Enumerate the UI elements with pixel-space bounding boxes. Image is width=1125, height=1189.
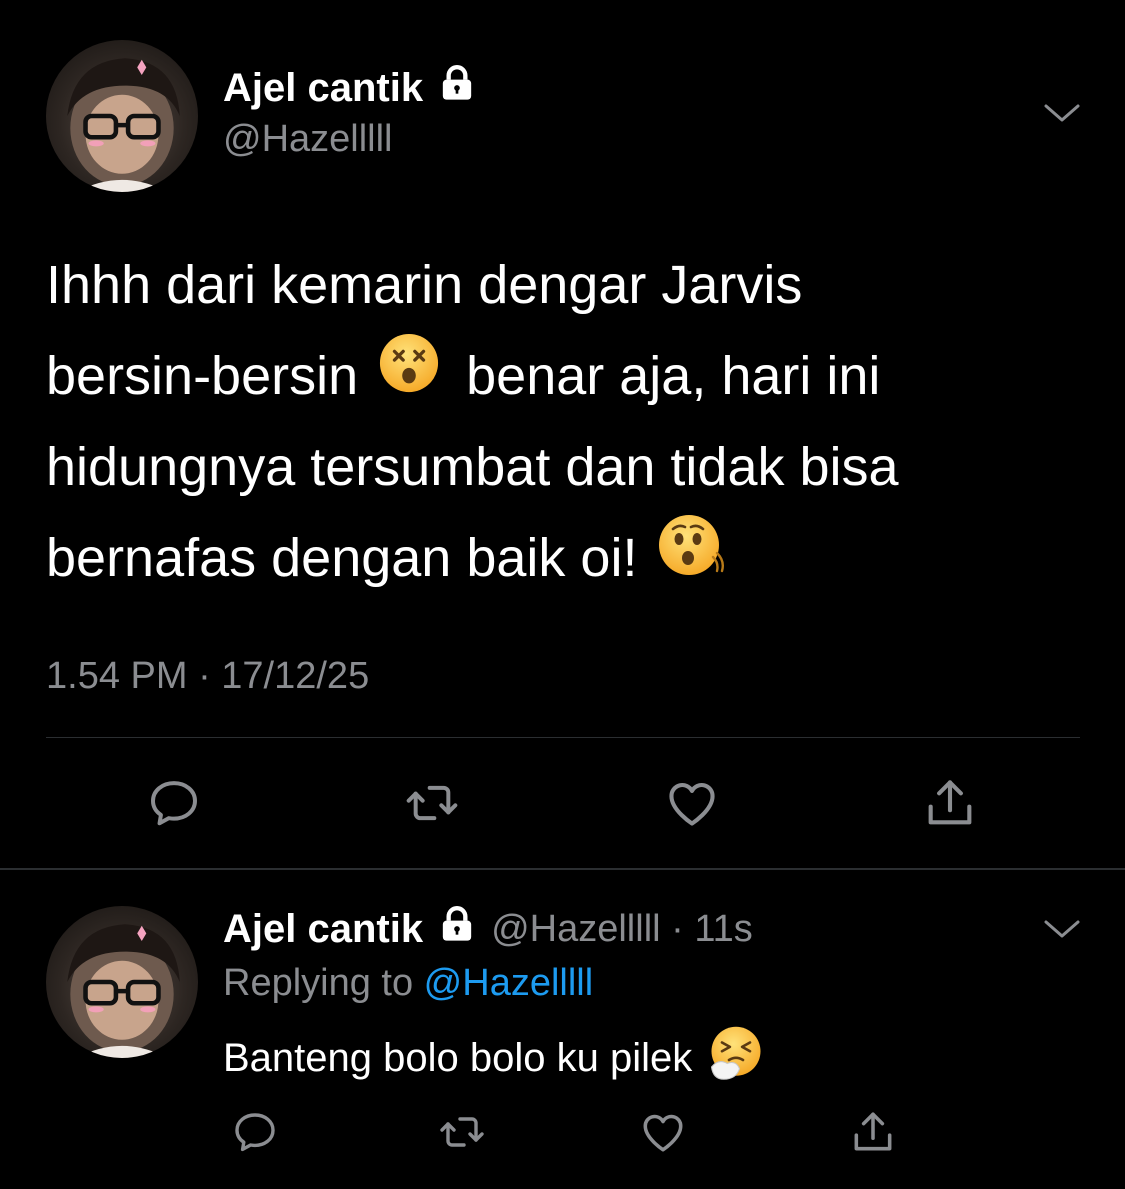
- reply-handle-time[interactable]: @Hazelllll · 11s: [491, 908, 753, 951]
- like-icon: [638, 1107, 688, 1162]
- chevron-down-icon[interactable]: [1040, 96, 1084, 132]
- share-icon: [848, 1107, 898, 1162]
- author-name[interactable]: Ajel cantik: [223, 62, 477, 114]
- tweet-text-line: bernafas dengan baik oi!: [46, 513, 1086, 604]
- reply-icon: [231, 1108, 279, 1161]
- avatar-photo: [67, 924, 180, 1058]
- hushed-face-emoji: [657, 513, 725, 605]
- sneezing-face-emoji: [708, 1025, 764, 1091]
- tweet-text-line: bersin-bersin benar aja, hari ini: [46, 331, 1086, 422]
- tweet-text-line: hidungnya tersumbat dan tidak bisa: [46, 422, 1086, 513]
- share-button[interactable]: [915, 770, 985, 840]
- like-button[interactable]: [657, 770, 727, 840]
- chevron-down-icon[interactable]: [1040, 912, 1084, 948]
- author-handle[interactable]: @Hazelllll: [223, 118, 393, 161]
- reply-author-name[interactable]: Ajel cantik: [223, 904, 477, 954]
- reply-button[interactable]: [225, 1104, 285, 1164]
- avatar-photo: [67, 58, 180, 192]
- reply-button[interactable]: [139, 770, 209, 840]
- tweet-text-line: Ihhh dari kemarin dengar Jarvis: [46, 240, 1086, 331]
- tweet-text-line-5: bernafas dengan baik oi!: [46, 528, 638, 588]
- reply-text: Banteng bolo bolo ku pilek: [223, 1026, 764, 1086]
- retweet-icon: [438, 1108, 486, 1161]
- lock-icon: [437, 63, 477, 113]
- replying-to-label: Replying to: [223, 962, 424, 1004]
- tweet-actions: [0, 770, 1125, 840]
- tweet-text-line-3: benar aja, hari ini: [466, 346, 881, 406]
- tweet-text: Ihhh dari kemarin dengar Jarvis bersin-b…: [46, 240, 1086, 604]
- tweet-text-line-4: hidungnya tersumbat dan tidak bisa: [46, 437, 899, 497]
- reply-text-content: Banteng bolo bolo ku pilek: [223, 1035, 693, 1080]
- retweet-icon: [404, 775, 460, 836]
- divider: [0, 868, 1125, 870]
- tweet-text-line-2: bersin-bersin: [46, 346, 359, 406]
- lock-icon: [437, 904, 477, 954]
- replying-to-mention[interactable]: @Hazelllll: [424, 962, 594, 1004]
- main-tweet: Ajel cantik @Hazelllll Ihhh dari kemarin…: [0, 0, 1125, 868]
- reply-header: Ajel cantik @Hazelllll · 11s: [223, 903, 753, 955]
- tweet-text-line-1: Ihhh dari kemarin dengar Jarvis: [46, 255, 803, 315]
- author-display-name: Ajel cantik: [223, 65, 424, 110]
- retweet-button[interactable]: [397, 770, 467, 840]
- reply-author-display-name: Ajel cantik: [223, 906, 424, 951]
- author-avatar[interactable]: [46, 40, 198, 192]
- reply-actions: [0, 1104, 1125, 1164]
- share-button[interactable]: [843, 1104, 903, 1164]
- divider: [46, 737, 1080, 738]
- like-icon: [663, 774, 721, 837]
- share-icon: [921, 774, 979, 837]
- reply-author-avatar[interactable]: [46, 906, 198, 1058]
- tweet-timestamp[interactable]: 1.54 PM · 17/12/25: [46, 655, 369, 698]
- replying-to: Replying to @Hazelllll: [223, 962, 593, 1005]
- like-button[interactable]: [633, 1104, 693, 1164]
- retweet-button[interactable]: [432, 1104, 492, 1164]
- dizzy-face-emoji: [378, 331, 440, 422]
- reply-icon: [146, 775, 202, 836]
- tweet-thread-page: Ajel cantik @Hazelllll Ihhh dari kemarin…: [0, 0, 1125, 1189]
